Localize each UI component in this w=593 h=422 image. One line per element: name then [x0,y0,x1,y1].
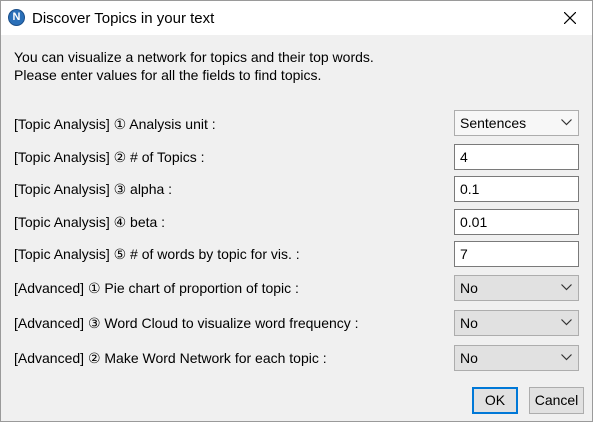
beta-input[interactable]: 0.01 [454,209,579,235]
chevron-down-icon [561,354,572,361]
title-bar[interactable]: N Discover Topics in your text [1,1,592,35]
label-pie-chart: [Advanced] ① Pie chart of proportion of … [14,280,299,296]
analysis-unit-value: Sentences [460,115,527,131]
label-word-cloud: [Advanced] ③ Word Cloud to visualize wor… [14,315,359,331]
analysis-unit-select[interactable]: Sentences [454,110,579,136]
dialog-body: You can visualize a network for topics a… [1,35,592,421]
chevron-down-icon [561,119,572,126]
intro-text: You can visualize a network for topics a… [14,48,374,84]
label-num-topics: [Topic Analysis] ② # of Topics : [14,149,205,165]
pie-chart-value: No [460,280,478,296]
alpha-input[interactable]: 0.1 [454,176,579,202]
close-icon [564,12,576,24]
label-beta: [Topic Analysis] ④ beta : [14,214,166,230]
alpha-value: 0.1 [460,181,480,197]
word-network-value: No [460,350,478,366]
app-logo-letter: N [12,11,21,23]
close-button[interactable] [547,1,592,35]
dialog-window: N Discover Topics in your text You can v… [0,0,593,422]
label-alpha: [Topic Analysis] ③ alpha : [14,181,173,197]
word-network-select[interactable]: No [454,345,579,371]
word-cloud-select[interactable]: No [454,310,579,336]
cancel-button[interactable]: Cancel [529,387,584,414]
label-analysis-unit: [Topic Analysis] ① Analysis unit : [14,116,216,132]
label-words-per-topic: [Topic Analysis] ⑤ # of words by topic f… [14,246,300,262]
word-cloud-value: No [460,315,478,331]
chevron-down-icon [561,284,572,291]
ok-button[interactable]: OK [472,387,518,414]
words-per-topic-input[interactable]: 7 [454,241,579,267]
num-topics-input[interactable]: 4 [454,144,579,170]
num-topics-value: 4 [460,149,468,165]
intro-line-2: Please enter values for all the fields t… [14,67,322,83]
pie-chart-select[interactable]: No [454,275,579,301]
intro-line-1: You can visualize a network for topics a… [14,49,374,65]
window-title: Discover Topics in your text [32,10,215,27]
chevron-down-icon [561,319,572,326]
label-word-network: [Advanced] ② Make Word Network for each … [14,350,327,366]
beta-value: 0.01 [460,214,488,230]
app-logo-icon: N [8,9,25,26]
words-per-topic-value: 7 [460,246,468,262]
